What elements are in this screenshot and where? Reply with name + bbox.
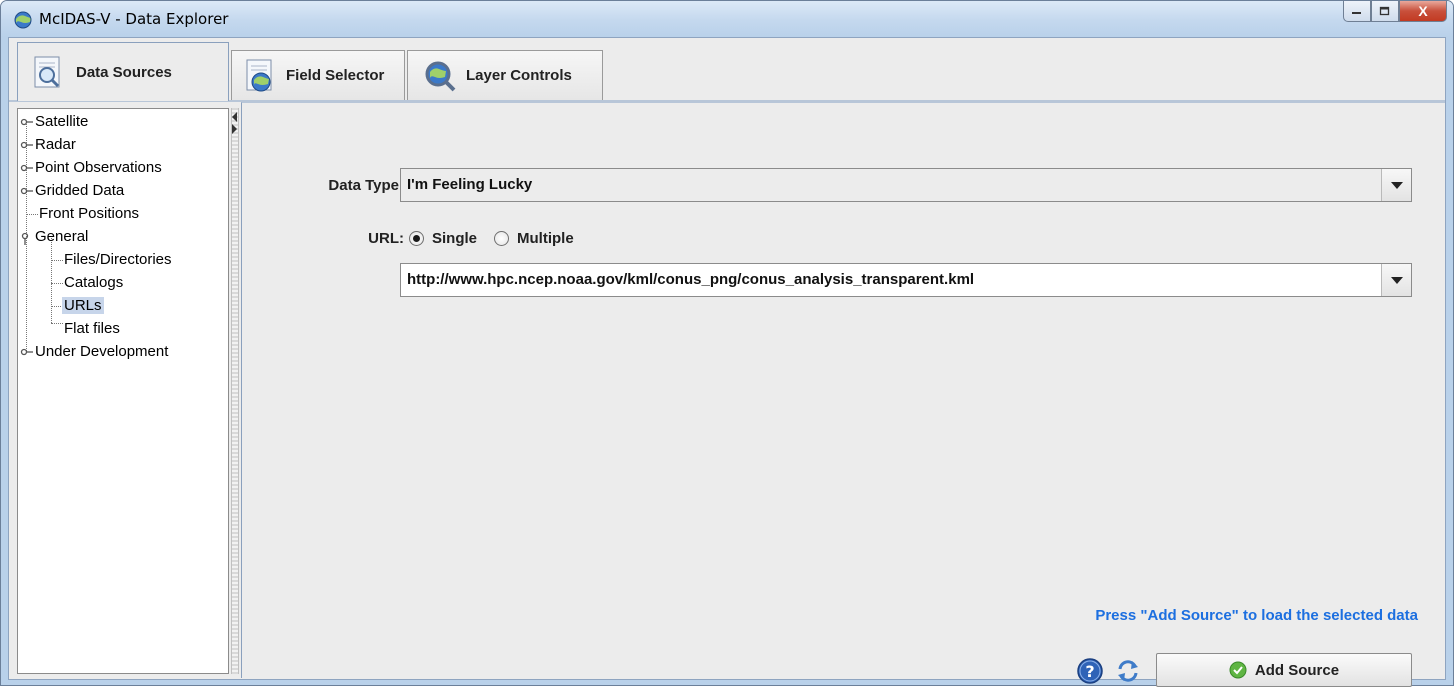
- tree-item-gridded-data[interactable]: Gridded Data: [18, 180, 124, 202]
- tree-collapse-key-icon: [21, 232, 29, 245]
- client-area: Data Sources Field Selector Layer Contro…: [8, 37, 1446, 687]
- data-source-form-panel: Data Type: I'm Feeling Lucky URL: Single…: [241, 102, 1445, 687]
- title-bar[interactable]: McIDAS-V - Data Explorer X: [1, 1, 1453, 37]
- close-icon: X: [1418, 3, 1428, 19]
- data-type-select[interactable]: I'm Feeling Lucky: [400, 168, 1412, 202]
- multiple-radio-label: Multiple: [517, 230, 574, 247]
- app-window: McIDAS-V - Data Explorer X Data Sources …: [0, 0, 1454, 687]
- svg-text:?: ?: [1085, 662, 1094, 681]
- split-pane-divider[interactable]: [231, 108, 239, 674]
- tree-item-radar[interactable]: Radar: [18, 134, 76, 156]
- tree-item-satellite[interactable]: Satellite: [18, 111, 88, 133]
- data-sources-magnifier-icon: [34, 56, 60, 88]
- refresh-icon[interactable]: [1114, 657, 1142, 685]
- maximize-icon: [1379, 6, 1390, 16]
- tree-line: [51, 238, 52, 323]
- tab-layer-controls[interactable]: Layer Controls: [407, 50, 603, 100]
- expand-right-arrow-icon[interactable]: [232, 124, 238, 134]
- chevron-down-icon[interactable]: [1381, 169, 1411, 201]
- field-selector-globe-icon: [246, 59, 272, 91]
- maximize-button[interactable]: [1371, 1, 1399, 22]
- tree-item-urls[interactable]: URLs: [62, 295, 104, 317]
- tree-line: [51, 283, 63, 284]
- tree-expand-key-icon: [20, 118, 33, 126]
- tree-item-label: URLs: [62, 297, 104, 314]
- checkmark-icon: [1229, 661, 1247, 679]
- minimize-button[interactable]: [1343, 1, 1371, 22]
- data-type-value: I'm Feeling Lucky: [407, 176, 533, 193]
- chevron-down-icon[interactable]: [1381, 264, 1411, 296]
- window-controls: X: [1343, 1, 1447, 22]
- tab-data-sources[interactable]: Data Sources: [17, 42, 229, 101]
- tree-item-label: Files/Directories: [64, 251, 172, 268]
- tree-item-label: Gridded Data: [35, 182, 125, 199]
- tree-item-catalogs[interactable]: Catalogs: [64, 272, 123, 294]
- url-value: http://www.hpc.ncep.noaa.gov/kml/conus_p…: [407, 271, 975, 288]
- mcidas-app-icon: [14, 11, 32, 29]
- data-source-tree: Satellite Radar Point Observations Gridd…: [17, 108, 229, 674]
- window-title: McIDAS-V - Data Explorer: [39, 10, 229, 28]
- tab-label: Field Selector: [286, 67, 385, 84]
- tree-item-under-development[interactable]: Under Development: [18, 341, 168, 363]
- minimize-icon: [1352, 12, 1361, 14]
- multiple-radio[interactable]: [494, 231, 509, 246]
- tree-item-label: Catalogs: [64, 274, 124, 291]
- tab-label: Layer Controls: [466, 67, 572, 84]
- tree-expand-key-icon: [20, 348, 33, 356]
- url-label: URL:: [368, 230, 404, 247]
- tree-item-label: Radar: [35, 136, 76, 153]
- tree-line: [51, 323, 63, 324]
- main-tabs: Data Sources Field Selector Layer Contro…: [9, 38, 1445, 102]
- collapse-left-arrow-icon[interactable]: [232, 112, 238, 122]
- tree-item-label: Front Positions: [39, 205, 140, 222]
- url-input-combo[interactable]: http://www.hpc.ncep.noaa.gov/kml/conus_p…: [400, 263, 1412, 297]
- tab-field-selector[interactable]: Field Selector: [231, 50, 405, 100]
- layer-controls-magnifier-icon: [425, 61, 456, 91]
- tree-expand-key-icon: [20, 187, 33, 195]
- tree-item-flat-files[interactable]: Flat files: [64, 318, 120, 340]
- tree-item-general[interactable]: General: [18, 226, 88, 248]
- close-button[interactable]: X: [1399, 1, 1447, 22]
- tree-item-point-observations[interactable]: Point Observations: [18, 157, 162, 179]
- status-message: Press "Add Source" to load the selected …: [1095, 607, 1418, 624]
- single-radio[interactable]: [409, 231, 424, 246]
- help-icon[interactable]: ?: [1076, 657, 1104, 685]
- add-source-label: Add Source: [1254, 661, 1340, 679]
- tree-item-label: Point Observations: [35, 159, 162, 176]
- tree-item-label: Satellite: [35, 113, 89, 130]
- tree-item-label: General: [35, 228, 89, 245]
- tree-item-front-positions[interactable]: Front Positions: [18, 203, 139, 225]
- add-source-button[interactable]: Add Source: [1156, 653, 1412, 687]
- data-type-label: Data Type:: [328, 177, 404, 194]
- tree-item-label: Flat files: [64, 320, 120, 337]
- tree-item-label: Under Development: [35, 343, 169, 360]
- tree-line: [51, 260, 63, 261]
- tree-expand-key-icon: [20, 164, 33, 172]
- tree-item-files-directories[interactable]: Files/Directories: [64, 249, 172, 271]
- single-radio-label: Single: [432, 230, 478, 247]
- tab-label: Data Sources: [76, 63, 172, 81]
- tree-expand-key-icon: [20, 141, 33, 149]
